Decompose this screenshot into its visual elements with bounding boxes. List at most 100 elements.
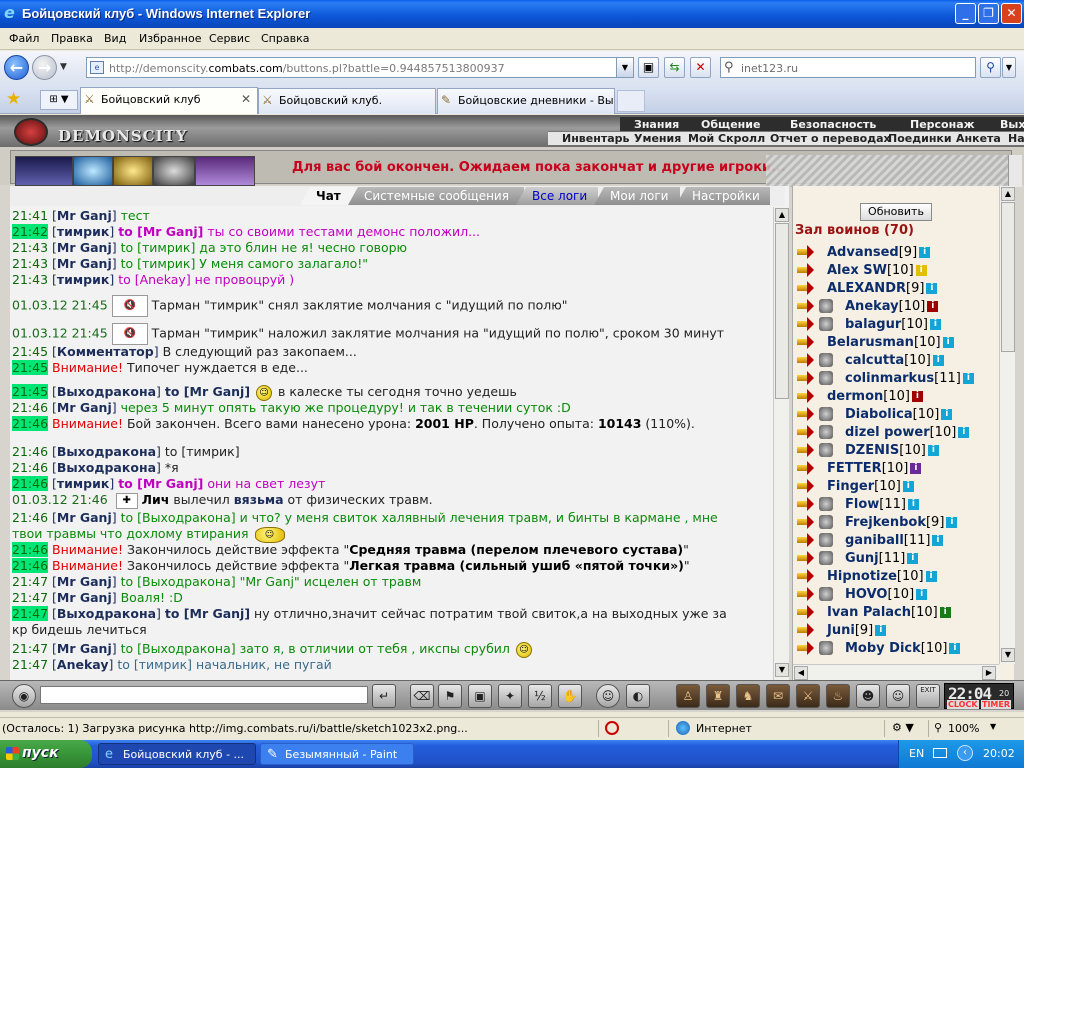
- private-message-arrow-icon[interactable]: [797, 443, 815, 457]
- private-message-arrow-icon[interactable]: [797, 389, 815, 403]
- save-icon[interactable]: ▣: [468, 684, 492, 708]
- fighter-icon[interactable]: ✦: [498, 684, 522, 708]
- player-row[interactable]: colinmarkus[11] i: [797, 370, 997, 388]
- helmet-icon[interactable]: ◐: [626, 684, 650, 708]
- player-row[interactable]: dermon[10] i: [797, 388, 997, 406]
- message-author[interactable]: Mr Ganj: [57, 400, 112, 415]
- player-row[interactable]: Frejkenbok[9] i: [797, 514, 997, 532]
- player-row[interactable]: Gunj[11] i: [797, 550, 997, 568]
- scroll-up-icon[interactable]: ▲: [1001, 187, 1015, 201]
- message-author[interactable]: Mr Ganj: [57, 510, 112, 525]
- player-name[interactable]: colinmarkus[11] i: [845, 371, 974, 386]
- player-nick[interactable]: Finger: [827, 479, 874, 494]
- player-nick[interactable]: ganiball: [845, 533, 904, 548]
- player-row[interactable]: Advansed[9] i: [797, 244, 997, 262]
- new-tab-button[interactable]: [617, 90, 645, 112]
- player-info-icon[interactable]: i: [907, 499, 919, 510]
- player-info-icon[interactable]: i: [919, 247, 931, 258]
- send-enter-icon[interactable]: ↵: [372, 684, 396, 708]
- player-info-icon[interactable]: i: [911, 391, 923, 402]
- private-message-arrow-icon[interactable]: [797, 263, 815, 277]
- player-row[interactable]: Belarusman[10] i: [797, 334, 997, 352]
- player-name[interactable]: dermon[10] i: [827, 389, 923, 404]
- message-author[interactable]: Mr Ganj: [57, 641, 112, 656]
- protected-mode-icon[interactable]: ⚙ ▼: [892, 721, 914, 734]
- tab-my-logs[interactable]: Мои логи: [594, 187, 680, 205]
- minimize-button[interactable]: _: [955, 3, 976, 24]
- player-name[interactable]: DZENIS[10] i: [845, 443, 939, 458]
- player-row[interactable]: Ivan Palach[10] i: [797, 604, 997, 622]
- zoom-level[interactable]: 100%: [948, 722, 979, 735]
- private-message-arrow-icon[interactable]: [797, 587, 815, 601]
- topmenu-character[interactable]: Персонаж: [910, 118, 975, 131]
- chat-speak-icon[interactable]: ◉: [12, 684, 36, 708]
- tray-clock[interactable]: 20:02: [983, 747, 1015, 760]
- window-title-bar[interactable]: e Бойцовский клуб - Windows Internet Exp…: [0, 0, 1024, 28]
- message-author[interactable]: Комментатор: [57, 344, 154, 359]
- private-message-arrow-icon[interactable]: [797, 497, 815, 511]
- search-input[interactable]: ⚲ inet123.ru: [720, 57, 976, 78]
- message-author[interactable]: Mr Ganj: [57, 208, 112, 223]
- scroll-thumb[interactable]: [1001, 202, 1015, 352]
- player-name[interactable]: calcutta[10] i: [845, 353, 944, 368]
- history-dropdown-icon[interactable]: ▼: [60, 62, 67, 72]
- message-author[interactable]: тимрик: [57, 272, 109, 287]
- player-row[interactable]: DZENIS[10] i: [797, 442, 997, 460]
- player-row[interactable]: dizel power[10] i: [797, 424, 997, 442]
- tab-settings[interactable]: Настройки: [676, 187, 770, 205]
- private-message-arrow-icon[interactable]: [797, 605, 815, 619]
- private-message-arrow-icon[interactable]: [797, 335, 815, 349]
- message-recipient[interactable]: to [Mr Ganj]: [165, 384, 250, 399]
- player-row[interactable]: Diabolica[10] i: [797, 406, 997, 424]
- message-author[interactable]: Anekay: [57, 657, 109, 672]
- player-nick[interactable]: Flow: [845, 497, 879, 512]
- filter-icon[interactable]: ⚑: [438, 684, 462, 708]
- player-info-icon[interactable]: i: [962, 373, 974, 384]
- player-name[interactable]: Diabolica[10] i: [845, 407, 953, 422]
- close-tab-icon[interactable]: ✕: [241, 92, 251, 106]
- battle-scrollbar[interactable]: [1008, 155, 1022, 187]
- message-recipient[interactable]: to [Mr Ganj]: [118, 224, 203, 239]
- eraser-icon[interactable]: ⌫: [410, 684, 434, 708]
- chat-input[interactable]: [40, 686, 368, 704]
- player-info-icon[interactable]: i: [875, 625, 887, 636]
- player-nick[interactable]: Belarusman: [827, 335, 914, 350]
- player-nick[interactable]: Hipnotize: [827, 569, 897, 584]
- private-message-arrow-icon[interactable]: [797, 551, 815, 565]
- player-nick[interactable]: Juni: [827, 623, 855, 638]
- player-name[interactable]: Finger[10] i: [827, 479, 914, 494]
- player-info-icon[interactable]: i: [939, 607, 951, 618]
- player-name[interactable]: Moby Dick[10] i: [845, 641, 961, 656]
- player-info-icon[interactable]: i: [916, 589, 928, 600]
- tab-boytsovsky-club-2[interactable]: ⚔ Бойцовский клуб.: [258, 88, 436, 114]
- language-indicator[interactable]: EN: [909, 747, 924, 760]
- player-name[interactable]: FETTER[10] i: [827, 461, 922, 476]
- player-nick[interactable]: HOVO: [845, 587, 887, 602]
- submenu-profile[interactable]: Анкета: [956, 132, 1001, 145]
- message-author[interactable]: тимрик: [57, 476, 109, 491]
- timer-label[interactable]: TIMER: [981, 700, 1012, 709]
- private-message-arrow-icon[interactable]: [797, 533, 815, 547]
- topmenu-knowledge[interactable]: Знания: [634, 118, 679, 131]
- player-info-icon[interactable]: i: [946, 517, 958, 528]
- scroll-down-icon[interactable]: ▼: [1001, 648, 1015, 662]
- private-message-arrow-icon[interactable]: [797, 353, 815, 367]
- message-recipient[interactable]: to [Mr Ganj]: [118, 476, 203, 491]
- player-name[interactable]: HOVO[10] i: [845, 587, 928, 602]
- potion-icon[interactable]: ♨: [826, 684, 850, 708]
- submenu-battles[interactable]: Поединки: [888, 132, 952, 145]
- private-message-arrow-icon[interactable]: [797, 317, 815, 331]
- player-name[interactable]: Hipnotize[10] i: [827, 569, 937, 584]
- message-author[interactable]: Mr Ganj: [57, 574, 112, 589]
- private-message-arrow-icon[interactable]: [797, 569, 815, 583]
- player-name[interactable]: Advansed[9] i: [827, 245, 931, 260]
- bag-icon[interactable]: ♜: [706, 684, 730, 708]
- player-nick[interactable]: Frejkenbok: [845, 515, 926, 530]
- hand-icon[interactable]: ✋: [558, 684, 582, 708]
- players-horizontal-scrollbar[interactable]: ◀ ▶: [793, 664, 999, 680]
- healer-name[interactable]: Лич: [142, 492, 170, 507]
- submenu-skills[interactable]: Умения: [634, 132, 681, 145]
- player-row[interactable]: HOVO[10] i: [797, 586, 997, 604]
- private-message-arrow-icon[interactable]: [797, 299, 815, 313]
- player-info-icon[interactable]: i: [949, 643, 961, 654]
